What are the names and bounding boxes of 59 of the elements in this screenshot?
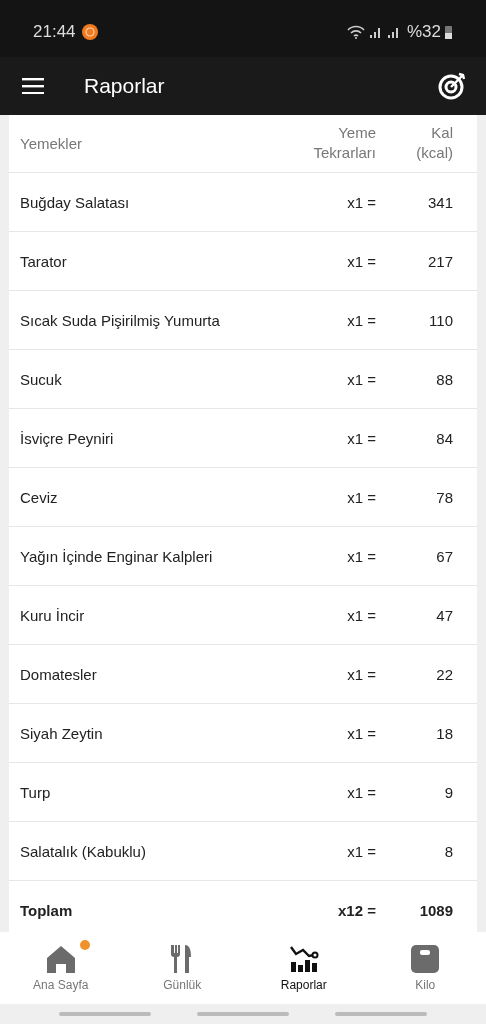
calorie-value: 217: [426, 252, 453, 270]
target-icon[interactable]: [438, 72, 466, 100]
calorie-value: 47: [435, 606, 453, 624]
column-header: Yemekler: [20, 135, 83, 152]
column-header: Yeme Tekrarları: [312, 123, 376, 162]
repeat-count: x1 =: [346, 252, 376, 270]
total-calories: 1089: [418, 901, 453, 919]
nav-tab[interactable]: Raporlar: [243, 932, 365, 1004]
calorie-value: 78: [435, 488, 453, 506]
food-name: Sıcak Suda Pişirilmiş Yumurta: [20, 311, 221, 329]
food-name: Buğday Salatası: [20, 193, 131, 211]
repeat-count: x1 =: [346, 842, 376, 860]
wifi-icon: [346, 24, 365, 39]
signal-icon: [386, 25, 401, 38]
nav-tab[interactable]: Kilo: [364, 932, 486, 1004]
repeat-count: x1 =: [346, 783, 376, 801]
repeat-count: x1 =: [346, 606, 376, 624]
food-name: Tarator: [20, 252, 68, 270]
battery-percent: %32: [406, 21, 441, 42]
calorie-value: 67: [435, 547, 453, 565]
repeat-count: x1 =: [346, 429, 376, 447]
repeat-count: x1 =: [346, 370, 376, 388]
scale-icon: [410, 944, 441, 974]
food-name: Salatalık (Kabuklu): [20, 842, 147, 860]
total-label: Toplam: [20, 901, 74, 919]
repeat-count: x1 =: [346, 488, 376, 506]
food-name: Sucuk: [20, 370, 63, 388]
column-header: Kal (kcal): [415, 123, 453, 162]
nav-tab[interactable]: Ana Sayfa: [0, 932, 122, 1004]
calorie-value: 22: [435, 665, 453, 683]
signal-icon: [368, 25, 383, 38]
calorie-value: 9: [443, 783, 453, 801]
calorie-value: 341: [426, 193, 453, 211]
food-name: İsviçre Peyniri: [20, 429, 115, 447]
house-icon: [45, 944, 76, 974]
food-name: Kuru İncir: [20, 606, 86, 624]
repeat-count: x1 =: [346, 547, 376, 565]
chart-icon: [288, 944, 319, 974]
calorie-value: 110: [428, 311, 453, 329]
calorie-value: 8: [443, 842, 453, 860]
food-name: Turp: [20, 783, 52, 801]
repeat-count: x1 =: [346, 724, 376, 742]
calorie-value: 88: [435, 370, 453, 388]
battery-icon: [445, 24, 452, 39]
status-time: 21:44: [33, 21, 76, 42]
menu-button[interactable]: [22, 78, 44, 94]
food-name: Yağın İçinde Enginar Kalpleri: [20, 547, 214, 565]
repeat-count: x1 =: [346, 311, 376, 329]
food-name: Siyah Zeytin: [20, 724, 104, 742]
nav-tab[interactable]: Günlük: [121, 932, 243, 1004]
food-name: Domatesler: [20, 665, 98, 683]
screen-title: Raporlar: [84, 74, 165, 98]
repeat-count: x1 =: [346, 193, 376, 211]
notification-icon: [81, 23, 98, 40]
calorie-value: 18: [435, 724, 453, 742]
calorie-value: 84: [435, 429, 453, 447]
repeat-count: x1 =: [346, 665, 376, 683]
food-name: Ceviz: [20, 488, 59, 506]
total-count: x12 =: [337, 901, 376, 919]
